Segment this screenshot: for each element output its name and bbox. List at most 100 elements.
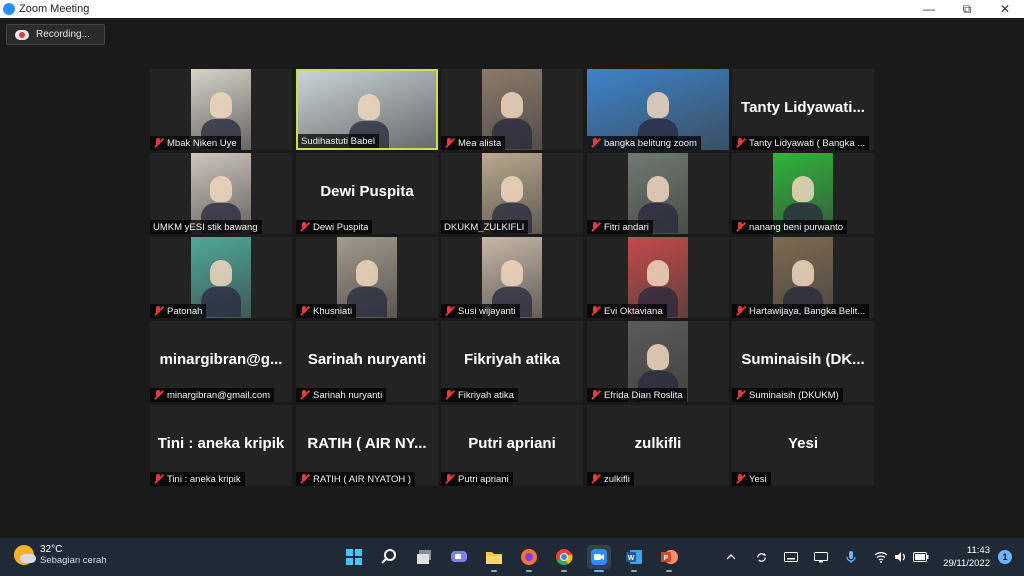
gallery-grid: Mbak Niken Uye Sudihastuti Babel Mea alist… (150, 69, 874, 487)
wifi-icon[interactable] (873, 549, 889, 565)
clock-time: 11:43 (966, 545, 990, 556)
participant-tile[interactable]: Tini : aneka kripik Tini : aneka kripik (150, 405, 292, 486)
zoom-icon[interactable] (587, 545, 611, 572)
participant-nameplate: bangka belitung zoom (587, 136, 701, 150)
participant-nameplate: UMKM yESI stik bawang (150, 220, 262, 234)
participant-tile[interactable]: Mea alista (441, 69, 583, 150)
participant-tile[interactable]: Tanty Lidyawati... Tanty Lidyawati ( Bang… (732, 69, 874, 150)
participant-tile[interactable]: bangka belitung zoom (587, 69, 729, 150)
participant-display-name: Suminaisih (DK... (741, 351, 865, 368)
taskbar-apps: WP (342, 543, 692, 572)
weather-temperature: 32°C (40, 544, 63, 555)
powerpoint-icon[interactable]: P (657, 545, 681, 572)
sync-icon[interactable] (753, 549, 769, 565)
participant-display-name: RATIH ( AIR NY... (307, 435, 427, 452)
participant-tile[interactable]: RATIH ( AIR NY... RATIH ( AIR NYATOH ) (296, 405, 438, 486)
task-view-icon[interactable] (412, 545, 436, 569)
participant-name: UMKM yESI stik bawang (153, 221, 258, 233)
participant-tile[interactable]: zulkifli zulkifli (587, 405, 729, 486)
participant-tile[interactable]: Efrida Dian Roslita (587, 321, 729, 402)
participant-name: Sudihastuti Babel (301, 135, 375, 147)
participant-nameplate: Suminaisih (DKUKM) (732, 388, 843, 402)
battery-icon[interactable] (913, 549, 929, 565)
participant-tile[interactable]: Sarinah nuryanti Sarinah nuryanti (296, 321, 438, 402)
notification-badge[interactable]: 1 (998, 550, 1012, 564)
weather-widget[interactable]: 32°C Sebagian cerah (14, 544, 107, 566)
participant-tile[interactable]: Suminaisih (DK... Suminaisih (DKUKM) (732, 321, 874, 402)
participant-tile[interactable]: Khusniati (296, 237, 438, 318)
participant-name: Yesi (749, 473, 767, 485)
word-icon[interactable]: W (622, 545, 646, 572)
muted-mic-icon (153, 306, 163, 316)
recording-indicator[interactable]: Recording... (6, 24, 105, 45)
participant-nameplate: Patonah (150, 304, 207, 318)
person-silhouette-icon (501, 259, 523, 286)
participant-tile[interactable]: minargibran@g... minargibran@gmail.com (150, 321, 292, 402)
muted-mic-icon (590, 390, 600, 400)
participant-tile[interactable]: Patonah (150, 237, 292, 318)
participant-display-name: Sarinah nuryanti (307, 351, 427, 368)
participant-name: nanang beni purwanto (749, 221, 844, 233)
participant-tile[interactable]: DKUKM_ZULKIFLI (441, 153, 583, 234)
muted-mic-icon (590, 306, 600, 316)
participant-tile[interactable]: Putri apriani Putri apriani (441, 405, 583, 486)
participant-tile[interactable]: Dewi Puspita Dewi Puspita (296, 153, 438, 234)
search-icon[interactable] (377, 545, 401, 569)
participant-tile[interactable]: Yesi Yesi (732, 405, 874, 486)
participant-tile[interactable]: UMKM yESI stik bawang (150, 153, 292, 234)
chevron-up-icon[interactable] (723, 549, 739, 565)
participant-nameplate: Sudihastuti Babel (298, 134, 379, 148)
participant-nameplate: Evi Oktaviana (587, 304, 667, 318)
firefox-icon[interactable] (517, 545, 541, 572)
muted-mic-icon (735, 390, 745, 400)
participant-tile[interactable]: Evi Oktaviana (587, 237, 729, 318)
participant-display-name: zulkifli (634, 435, 682, 452)
running-indicator (666, 570, 672, 572)
muted-mic-icon (299, 390, 309, 400)
participant-tile[interactable]: nanang beni purwanto (732, 153, 874, 234)
participant-display-name: minargibran@g... (159, 351, 283, 368)
running-indicator (631, 570, 637, 572)
chrome-icon[interactable] (552, 545, 576, 572)
participant-tile[interactable]: Sudihastuti Babel (296, 69, 438, 150)
running-indicator (526, 570, 532, 572)
display-icon[interactable] (813, 549, 829, 565)
person-silhouette-icon (647, 343, 669, 370)
participant-nameplate: Putri apriani (441, 472, 513, 486)
person-silhouette-icon (501, 91, 523, 118)
close-button[interactable]: ✕ (986, 0, 1024, 18)
muted-mic-icon (590, 474, 600, 484)
person-silhouette-icon (792, 175, 814, 202)
participant-nameplate: minargibran@gmail.com (150, 388, 275, 402)
muted-mic-icon (735, 306, 745, 316)
participant-tile[interactable]: Fitri andari (587, 153, 729, 234)
participant-tile[interactable]: Susi wijayanti (441, 237, 583, 318)
chat-icon[interactable] (447, 545, 471, 569)
participant-tile[interactable]: Mbak Niken Uye (150, 69, 292, 150)
participant-tile[interactable]: Fikriyah atika Fikriyah atika (441, 321, 583, 402)
participant-nameplate: nanang beni purwanto (732, 220, 848, 234)
participant-nameplate: Fikriyah atika (441, 388, 518, 402)
participant-name: Suminaisih (DKUKM) (749, 389, 839, 401)
file-explorer-icon[interactable] (482, 545, 506, 572)
minimize-button[interactable]: — (910, 0, 948, 18)
participant-nameplate: Mbak Niken Uye (150, 136, 241, 150)
restore-button[interactable]: ⧉ (948, 0, 986, 18)
volume-icon[interactable] (893, 549, 909, 565)
participant-name: Mea alista (458, 137, 502, 149)
keyboard-icon[interactable] (783, 549, 799, 565)
participant-name: zulkifli (604, 473, 630, 485)
participant-name: Dewi Puspita (313, 221, 369, 233)
participant-name: Susi wijayanti (458, 305, 516, 317)
participant-name: Tanty Lidyawati ( Bangka ... (749, 137, 866, 149)
running-indicator (491, 570, 497, 572)
person-silhouette-icon (501, 175, 523, 202)
microphone-icon[interactable] (843, 549, 859, 565)
system-clock[interactable]: 11:43 29/11/2022 (943, 544, 990, 570)
participant-nameplate: Hartawijaya, Bangka Belit... (732, 304, 870, 318)
windows-start-icon[interactable] (342, 545, 366, 569)
person-silhouette-icon (358, 93, 380, 120)
participant-name: minargibran@gmail.com (167, 389, 271, 401)
participant-tile[interactable]: Hartawijaya, Bangka Belit... (732, 237, 874, 318)
participant-name: Efrida Dian Roslita (604, 389, 683, 401)
